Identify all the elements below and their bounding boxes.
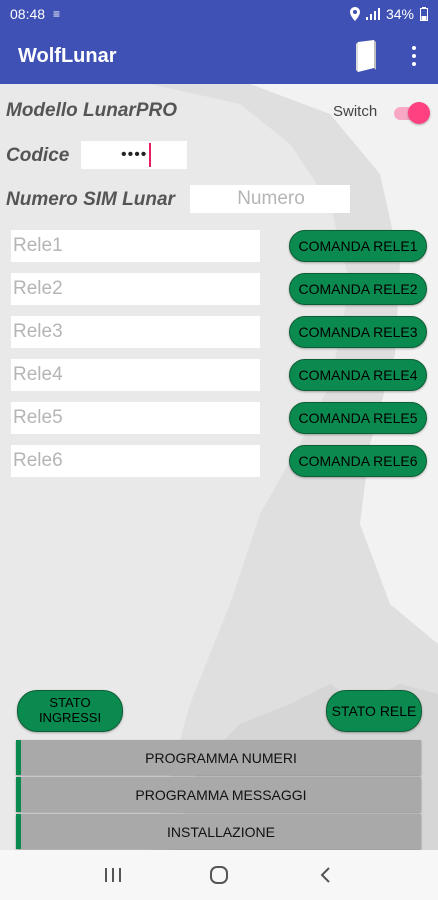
status-right: 34% [349,6,428,22]
app-bar: WolfLunar [0,28,438,84]
status-time: 08:48 [10,6,46,22]
command-relay4-button[interactable]: COMANDA RELE4 [289,359,427,391]
relay6-placeholder: Rele6 [13,450,63,471]
home-icon[interactable] [199,860,239,890]
command-relay5-button[interactable]: COMANDA RELE5 [289,402,427,434]
command-relay6-button[interactable]: COMANDA RELE6 [289,445,427,477]
more-options-icon[interactable] [404,44,424,68]
relay5-input[interactable]: Rele5 [11,402,260,434]
code-label: Codice [6,145,70,166]
battery-percent: 34% [385,6,414,22]
stato-ingressi-button[interactable]: STATO INGRESSI [17,690,123,732]
relay3-placeholder: Rele3 [13,321,63,342]
command-relay3-label: COMANDA RELE3 [298,324,418,340]
code-value: •••• [121,146,148,163]
command-relay4-label: COMANDA RELE4 [298,367,418,383]
command-relay2-button[interactable]: COMANDA RELE2 [289,273,427,305]
programma-numeri-button[interactable]: PROGRAMMA NUMERI [16,740,421,775]
stato-ingressi-line2: INGRESSI [38,710,102,725]
relay4-placeholder: Rele4 [13,364,63,385]
back-icon[interactable] [305,860,345,890]
command-relay2-label: COMANDA RELE2 [298,281,418,297]
relay5-placeholder: Rele5 [13,407,63,428]
sim-placeholder: Numero [237,188,305,209]
battery-icon [420,7,428,21]
text-cursor [149,143,152,167]
book-icon[interactable] [354,40,378,72]
relay4-input[interactable]: Rele4 [11,359,260,391]
stato-rele-button[interactable]: STATO RELE [326,690,422,732]
stato-ingressi-line1: STATO [49,695,91,711]
relay2-placeholder: Rele2 [13,278,63,299]
sim-label: Numero SIM Lunar [6,189,175,210]
system-navigation-bar [0,850,438,900]
command-relay5-label: COMANDA RELE5 [298,410,418,426]
location-icon [349,7,360,21]
status-bar: 08:48 ≡ 34% [0,0,438,28]
switch-label: Switch [333,103,378,120]
programma-messaggi-button[interactable]: PROGRAMMA MESSAGGI [16,777,421,812]
sim-number-input[interactable]: Numero [190,185,350,213]
main-content: Modello LunarPRO Switch Codice •••• Nume… [0,84,438,850]
model-label: Modello LunarPRO [6,100,177,121]
command-relay1-button[interactable]: COMANDA RELE1 [289,230,427,262]
recent-apps-icon[interactable] [93,860,133,890]
notification-icon: ≡ [53,7,61,21]
model-switch[interactable] [392,102,430,124]
command-relay1-label: COMANDA RELE1 [298,238,418,254]
stato-ingressi-text: STATO INGRESSI [38,695,102,726]
programma-numeri-label: PROGRAMMA NUMERI [145,749,297,766]
installazione-label: INSTALLAZIONE [167,823,275,840]
relay2-input[interactable]: Rele2 [11,273,260,305]
command-relay3-button[interactable]: COMANDA RELE3 [289,316,427,348]
signal-icon [365,8,380,20]
relay1-placeholder: Rele1 [13,235,63,256]
stato-rele-label: STATO RELE [331,702,417,719]
relay3-input[interactable]: Rele3 [11,316,260,348]
relay6-input[interactable]: Rele6 [11,445,260,477]
code-input[interactable]: •••• [81,141,187,169]
switch-thumb [408,102,430,124]
programma-messaggi-label: PROGRAMMA MESSAGGI [135,786,307,803]
command-relay6-label: COMANDA RELE6 [298,453,418,469]
app-title: WolfLunar [18,44,117,67]
relay1-input[interactable]: Rele1 [11,230,260,262]
installazione-button[interactable]: INSTALLAZIONE [16,814,421,849]
